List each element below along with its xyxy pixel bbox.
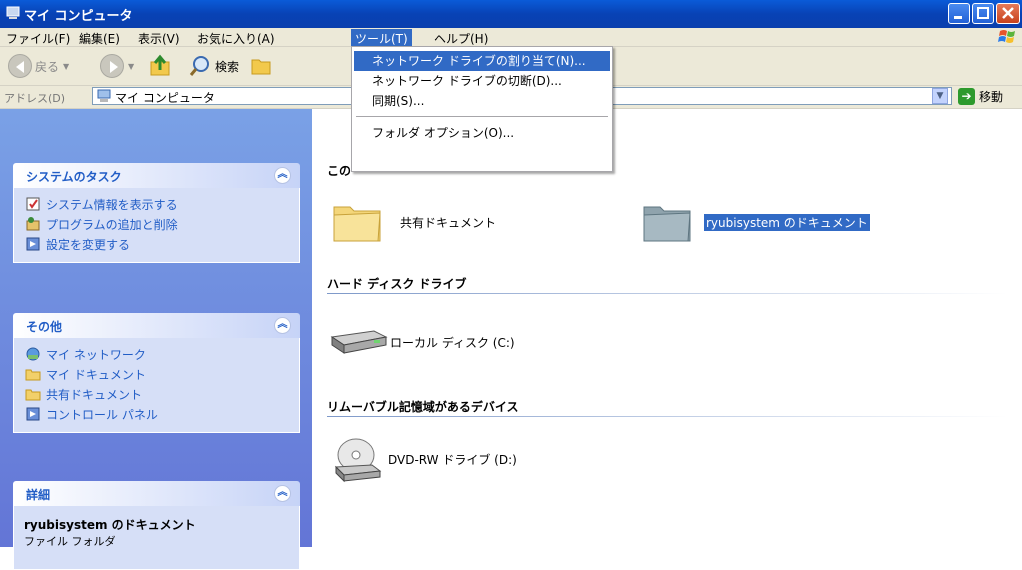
group-header-removable: リムーバブル記憶域があるデバイス	[327, 400, 519, 414]
place-my-documents[interactable]: マイ ドキュメント	[14, 364, 299, 384]
back-button[interactable]: 戻る ▼	[8, 53, 69, 79]
search-icon	[189, 56, 209, 76]
group-divider	[327, 293, 1007, 294]
search-label: 検索	[215, 59, 240, 74]
menu-help[interactable]: ヘルプ(H)	[434, 30, 488, 47]
close-button[interactable]	[996, 3, 1020, 24]
menu-view[interactable]: 表示(V)	[138, 30, 180, 47]
shared-folder-icon	[25, 389, 41, 401]
menu-file[interactable]: ファイル(F)	[6, 30, 70, 47]
system-tasks-panel: システムのタスク ︽ システム情報を表示する プログラムの追加と削除 設定を変更…	[13, 163, 300, 263]
address-dropdown-icon[interactable]: ▼	[932, 88, 948, 104]
place-shared-documents[interactable]: 共有ドキュメント	[14, 384, 299, 404]
task-label: プログラムの追加と削除	[46, 217, 178, 232]
windows-logo-icon	[998, 30, 1015, 43]
collapse-chevron-icon[interactable]: ︽	[274, 317, 291, 334]
close-icon	[1002, 7, 1014, 19]
place-label: マイ ネットワーク	[46, 347, 146, 362]
folders-icon	[251, 59, 271, 75]
control-panel-icon	[26, 237, 40, 251]
folder-icon	[333, 206, 381, 242]
place-control-panel[interactable]: コントロール パネル	[14, 404, 299, 424]
place-label: マイ ドキュメント	[46, 367, 146, 382]
details-title: 詳細	[26, 488, 51, 502]
menu-synchronize[interactable]: 同期(S)...	[354, 91, 610, 111]
folders-button[interactable]	[250, 53, 274, 79]
item-label: ryubisystem のドキュメント	[704, 213, 870, 231]
user-documents-folder[interactable]: ryubisystem のドキュメント	[642, 201, 870, 243]
my-computer-icon	[97, 89, 111, 102]
title-bar: マイ コンピュータ	[0, 0, 1022, 28]
menu-folder-options[interactable]: フォルダ オプション(O)...	[354, 123, 610, 143]
collapse-chevron-icon[interactable]: ︽	[274, 167, 291, 184]
add-remove-programs-icon	[26, 217, 40, 231]
item-label: 共有ドキュメント	[400, 215, 497, 230]
shared-documents-folder[interactable]: 共有ドキュメント	[332, 201, 496, 243]
my-documents-icon	[25, 369, 41, 381]
address-label: アドレス(D)	[4, 92, 66, 105]
task-view-system-info[interactable]: システム情報を表示する	[14, 194, 299, 214]
group-header-hdd: ハード ディスク ドライブ	[327, 277, 467, 291]
back-arrow-icon	[8, 54, 32, 78]
task-pane: システムのタスク ︽ システム情報を表示する プログラムの追加と削除 設定を変更…	[0, 109, 312, 570]
maximize-icon	[977, 7, 989, 19]
my-network-icon	[26, 347, 40, 361]
other-places-header[interactable]: その他 ︽	[13, 313, 300, 338]
maximize-button[interactable]	[972, 3, 994, 24]
back-dropdown-icon: ▼	[63, 61, 70, 71]
place-label: 共有ドキュメント	[46, 387, 143, 402]
menu-disconnect-network-drive[interactable]: ネットワーク ドライブの切断(D)...	[354, 71, 610, 91]
forward-dropdown-icon: ▼	[128, 61, 135, 71]
go-arrow-icon: ➔	[958, 88, 975, 105]
menu-map-network-drive[interactable]: ネットワーク ドライブの割り当て(N)...	[354, 51, 610, 71]
minimize-icon	[954, 16, 962, 19]
place-my-network[interactable]: マイ ネットワーク	[14, 344, 299, 364]
details-name: ryubisystem のドキュメント	[24, 518, 196, 532]
search-button[interactable]: 検索	[188, 53, 239, 79]
menu-separator	[356, 116, 608, 117]
local-disk-c[interactable]: ローカル ディスク (C:)	[330, 327, 515, 357]
dvd-rw-drive-d[interactable]: DVD-RW ドライブ (D:)	[332, 435, 517, 483]
content-area: この 共有ドキュメント ryubisystem のドキュメント ハード ディスク…	[312, 109, 1022, 547]
forward-button[interactable]: ▼	[100, 53, 134, 79]
hard-drive-icon	[330, 330, 388, 354]
group-divider	[327, 416, 1007, 417]
tools-dropdown-menu: ネットワーク ドライブの割り当て(N)... ネットワーク ドライブの切断(D)…	[351, 46, 613, 172]
control-panel-icon	[26, 407, 40, 421]
task-label: システム情報を表示する	[46, 197, 178, 212]
details-panel: 詳細 ︽ ryubisystem のドキュメント ファイル フォルダ	[13, 481, 300, 570]
address-value: マイ コンピュータ	[115, 91, 215, 105]
up-folder-icon	[150, 54, 170, 76]
system-tasks-title: システムのタスク	[26, 170, 122, 184]
task-change-settings[interactable]: 設定を変更する	[14, 234, 299, 254]
collapse-chevron-icon[interactable]: ︽	[274, 485, 291, 502]
go-label: 移動	[979, 90, 1004, 104]
menu-edit[interactable]: 編集(E)	[79, 30, 120, 47]
menu-favorites[interactable]: お気に入り(A)	[197, 30, 275, 47]
task-add-remove-programs[interactable]: プログラムの追加と削除	[14, 214, 299, 234]
other-places-panel: その他 ︽ マイ ネットワーク マイ ドキュメント 共有ドキュメント コントロー…	[13, 313, 300, 433]
item-label: ローカル ディスク (C:)	[390, 335, 515, 350]
system-tasks-header[interactable]: システムのタスク ︽	[13, 163, 300, 188]
system-info-icon	[26, 197, 40, 211]
menu-bar: ファイル(F) 編集(E) 表示(V) お気に入り(A) ツール(T) ヘルプ(…	[0, 28, 1022, 48]
forward-arrow-icon	[100, 54, 124, 78]
place-label: コントロール パネル	[46, 407, 158, 422]
back-label: 戻る	[35, 59, 60, 74]
window-title: マイ コンピュータ	[24, 9, 133, 24]
my-computer-icon	[6, 6, 20, 19]
group-header-files: この	[327, 164, 352, 178]
up-folder-button[interactable]	[148, 53, 174, 79]
dvd-drive-icon	[334, 438, 382, 483]
details-header[interactable]: 詳細 ︽	[13, 481, 300, 506]
go-button[interactable]: ➔ 移動	[958, 88, 1003, 105]
other-places-title: その他	[26, 320, 63, 334]
minimize-button[interactable]	[948, 3, 970, 24]
folder-icon	[643, 206, 691, 242]
task-label: 設定を変更する	[46, 237, 131, 252]
item-label: DVD-RW ドライブ (D:)	[388, 452, 517, 467]
